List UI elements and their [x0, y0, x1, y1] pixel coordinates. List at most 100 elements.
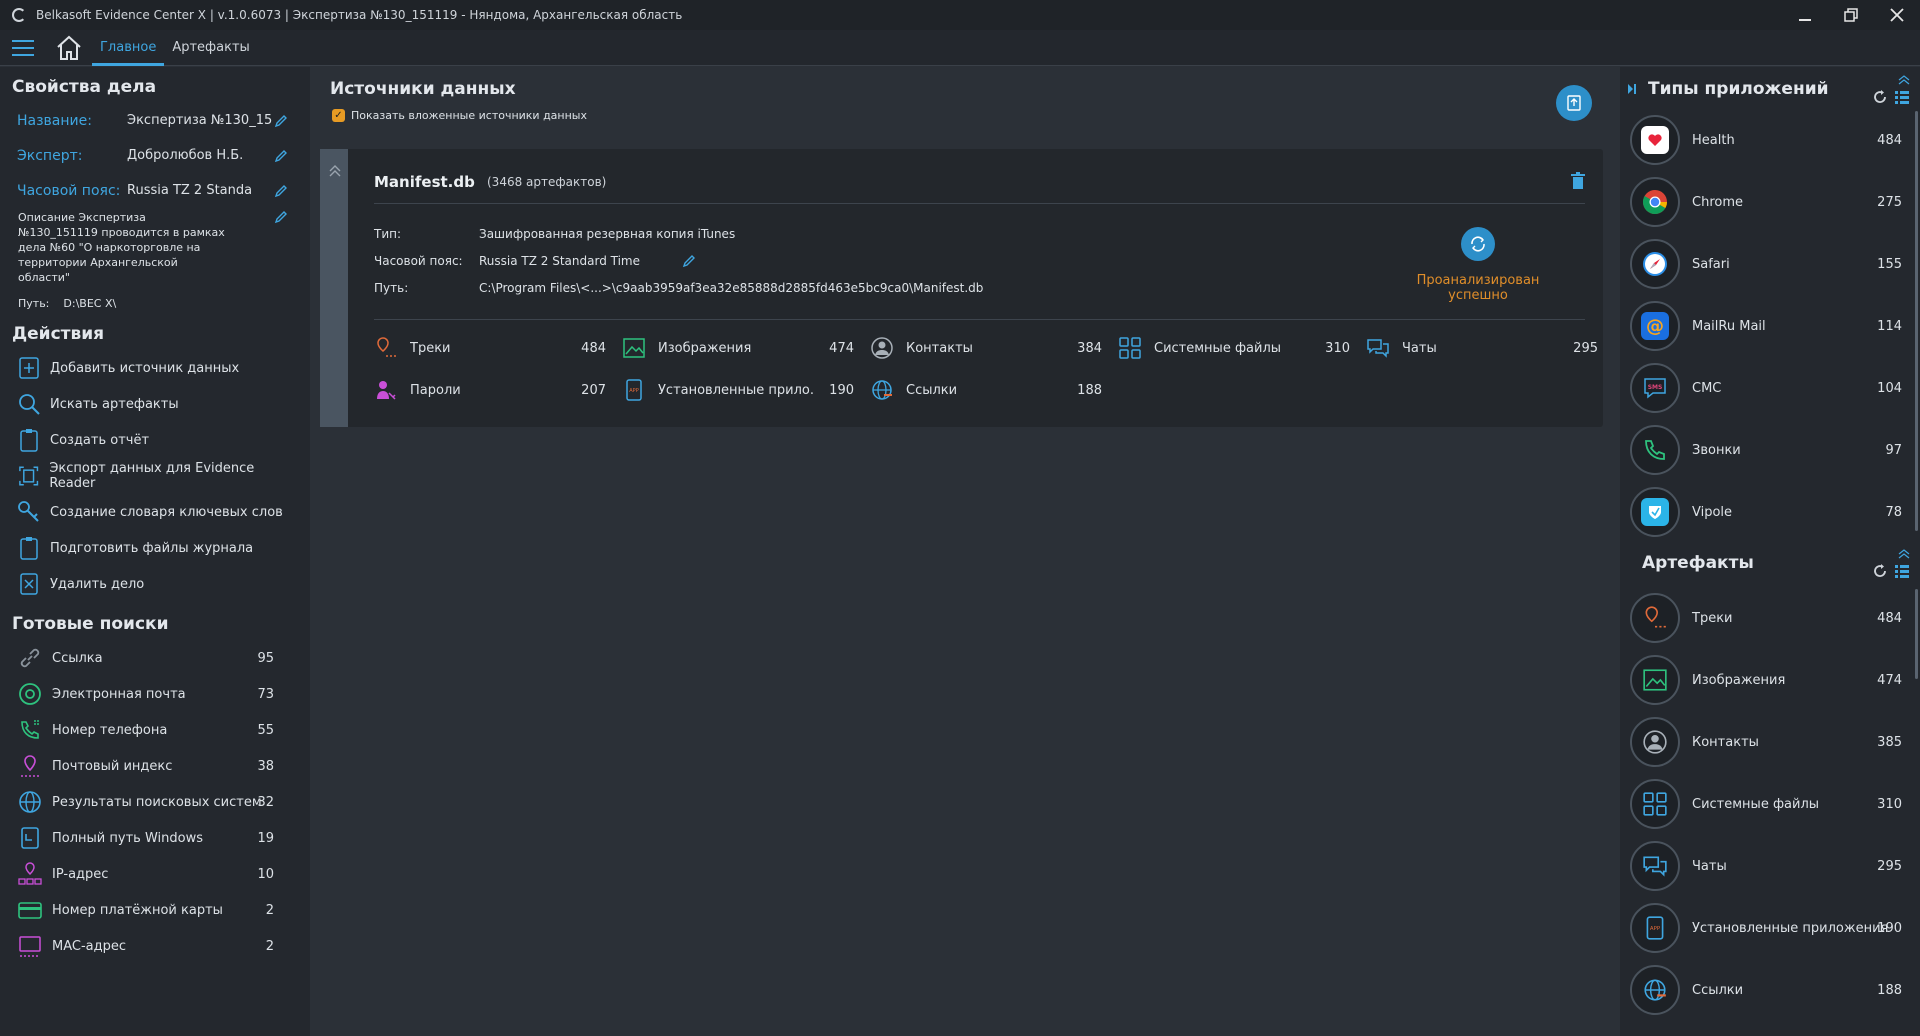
source-artifact-tracks[interactable]: Треки 484: [374, 335, 614, 361]
source-artifact-system-files[interactable]: Системные файлы 310: [1118, 335, 1358, 361]
source-artifact-images[interactable]: Изображения 474: [622, 335, 862, 361]
track-icon: [1630, 593, 1680, 643]
add-source-action[interactable]: Добавить источник данных: [12, 350, 298, 386]
artifact-contacts[interactable]: Контакты 385: [1620, 711, 1920, 773]
edit-description-icon[interactable]: [274, 210, 288, 224]
app-type-chrome[interactable]: Chrome 275: [1620, 171, 1920, 233]
list-view-icon[interactable]: [1894, 89, 1910, 105]
app-type-health-value: 484: [1877, 132, 1902, 148]
source-artifact-contacts-label: Контакты: [906, 340, 973, 356]
artifacts-collapse-up-icon[interactable]: [1898, 549, 1910, 559]
search-postal-label: Почтовый индекс: [52, 758, 173, 774]
search-artifacts-label: Искать артефакты: [50, 396, 179, 412]
app-type-safari[interactable]: Safari 155: [1620, 233, 1920, 295]
minimize-button[interactable]: [1782, 0, 1828, 30]
tab-artifacts[interactable]: Артефакты: [164, 30, 258, 66]
collapse-up-icon[interactable]: [1898, 75, 1910, 85]
export-source-button[interactable]: [1556, 85, 1592, 121]
source-artifact-count: (3468 артефактов): [487, 175, 607, 189]
app-type-health[interactable]: Health 484: [1620, 109, 1920, 171]
source-artifact-images-label: Изображения: [658, 340, 752, 356]
artifact-chats-value: 295: [1877, 858, 1902, 874]
card-collapse-strip[interactable]: [320, 149, 348, 427]
app-type-sms[interactable]: SMS СМС 104: [1620, 357, 1920, 419]
collapse-chevron-icon[interactable]: [328, 163, 342, 177]
source-tz-value: Russia TZ 2 Standard Time: [479, 254, 640, 268]
search-postal[interactable]: Почтовый индекс 38: [12, 748, 298, 784]
export-reader-action[interactable]: Экспорт данных для Evidence Reader: [12, 458, 298, 494]
card-divider-top: [374, 203, 1585, 204]
edit-name-icon[interactable]: [274, 114, 288, 128]
artifacts-panel-tools: [1872, 549, 1910, 579]
links-icon: [1630, 965, 1680, 1015]
search-link-label: Ссылка: [52, 650, 103, 666]
source-artifact-apps[interactable]: APP Установленные прило... 190: [622, 377, 862, 403]
edit-source-tz-icon[interactable]: [682, 254, 696, 268]
case-name-row: Название: Экспертиза №130_15: [12, 103, 298, 138]
source-artifact-passwords[interactable]: Пароли 207: [374, 377, 614, 403]
search-postal-count: 38: [257, 758, 274, 774]
create-report-label: Создать отчёт: [50, 432, 150, 448]
search-engines[interactable]: Результаты поисковых систем 32: [12, 784, 298, 820]
artifacts-list-view-icon[interactable]: [1894, 563, 1910, 579]
artifacts-refresh-icon[interactable]: [1872, 563, 1888, 579]
path-icon: [21, 827, 39, 849]
artifact-links[interactable]: Ссылки 188: [1620, 959, 1920, 1021]
tab-main[interactable]: Главное: [92, 30, 165, 66]
case-properties-title: Свойства дела: [12, 77, 157, 97]
app-type-sms-value: 104: [1877, 380, 1902, 396]
expand-panel-icon[interactable]: [1626, 82, 1642, 96]
show-nested-checkbox[interactable]: ✓: [332, 109, 345, 122]
links-icon: [872, 380, 892, 400]
app-type-calls[interactable]: Звонки 97: [1620, 419, 1920, 481]
source-artifact-chats[interactable]: Чаты 295: [1366, 335, 1606, 361]
refresh-icon[interactable]: [1872, 89, 1888, 105]
source-name[interactable]: Manifest.db: [374, 173, 475, 191]
title-bar: Belkasoft Evidence Center X | v.1.0.6073…: [0, 0, 1920, 30]
source-artifact-links[interactable]: Ссылки 188: [870, 377, 1110, 403]
timezone-label: Часовой пояс:: [17, 182, 121, 199]
create-report-action[interactable]: Создать отчёт: [12, 422, 298, 458]
track-icon: [377, 337, 396, 357]
vipole-icon: [1630, 487, 1680, 537]
trash-icon[interactable]: [1569, 171, 1587, 191]
source-artifact-contacts[interactable]: Контакты 384: [870, 335, 1110, 361]
keyword-dictionary-action[interactable]: Создание словаря ключевых слов: [12, 494, 298, 530]
artifact-tracks[interactable]: Треки 484: [1620, 587, 1920, 649]
artifact-images[interactable]: Изображения 474: [1620, 649, 1920, 711]
search-email[interactable]: Электронная почта 73: [12, 676, 298, 712]
key-icon: [18, 501, 39, 522]
search-artifacts-action[interactable]: Искать артефакты: [12, 386, 298, 422]
artifacts-panel-list: Треки 484 Изображения 474 Контакты 385 С…: [1620, 587, 1920, 1021]
artifact-system-files[interactable]: Системные файлы 310: [1620, 773, 1920, 835]
artifact-apps[interactable]: APP Установленные приложения 190: [1620, 897, 1920, 959]
show-nested-row[interactable]: ✓ Показать вложенные источники данных: [332, 109, 1610, 122]
artifact-contacts-value: 385: [1877, 734, 1902, 750]
prepare-logs-action[interactable]: Подготовить файлы журнала: [12, 530, 298, 566]
close-button[interactable]: [1874, 0, 1920, 30]
search-card[interactable]: Номер платёжной карты 2: [12, 892, 298, 928]
search-link[interactable]: Ссылка 95: [12, 640, 298, 676]
restore-button[interactable]: [1828, 0, 1874, 30]
hamburger-menu-icon[interactable]: [12, 39, 34, 56]
app-type-vipole[interactable]: Vipole 78: [1620, 481, 1920, 543]
search-windows-path[interactable]: Полный путь Windows 19: [12, 820, 298, 856]
search-ip[interactable]: IP-адрес 10: [12, 856, 298, 892]
svg-text:APP: APP: [1650, 926, 1661, 932]
search-ip-count: 10: [257, 866, 274, 882]
system-files-icon: [1119, 337, 1141, 359]
analysis-status-text: Проанализирован успешно: [1416, 273, 1540, 303]
edit-timezone-icon[interactable]: [274, 184, 288, 198]
edit-expert-icon[interactable]: [274, 149, 288, 163]
app-type-vipole-value: 78: [1885, 504, 1902, 520]
app-type-vipole-label: Vipole: [1692, 504, 1733, 520]
source-artifact-chats-value: 295: [1573, 340, 1598, 356]
artifact-chats[interactable]: Чаты 295: [1620, 835, 1920, 897]
search-mac[interactable]: MAC-адрес 2: [12, 928, 298, 964]
delete-case-action[interactable]: Удалить дело: [12, 566, 298, 602]
search-phone[interactable]: Номер телефона 55: [12, 712, 298, 748]
app-type-mailru[interactable]: @ MailRu Mail 114: [1620, 295, 1920, 357]
home-icon[interactable]: [54, 33, 84, 63]
source-tz-label: Часовой пояс:: [374, 254, 463, 268]
expert-label: Эксперт:: [17, 147, 83, 164]
